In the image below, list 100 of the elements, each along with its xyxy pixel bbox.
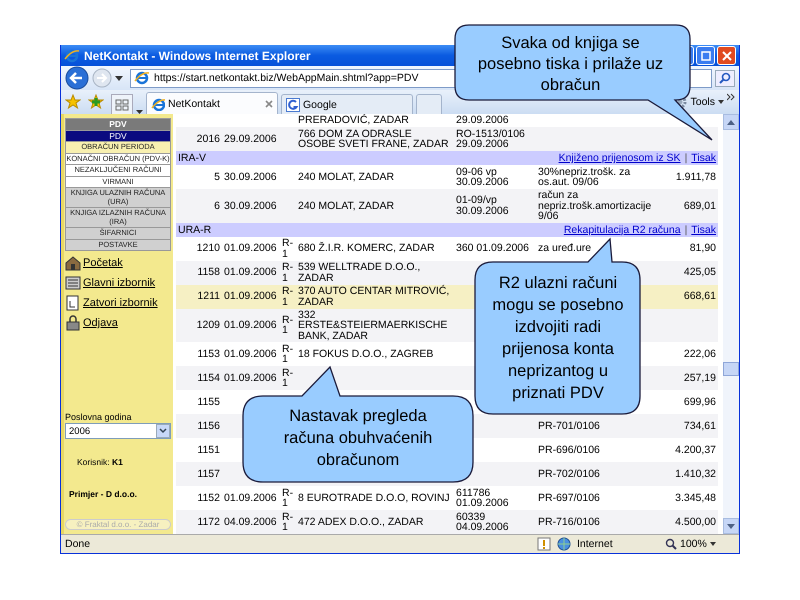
maximize-icon (700, 50, 710, 60)
browser-tab[interactable]: Google (281, 94, 413, 114)
link-separator: | (684, 224, 688, 236)
table-cell: R-1 (282, 284, 296, 308)
dropdown-caret-icon (718, 100, 724, 104)
table-cell: PRERADOVIĆ, ZADAR (296, 114, 454, 127)
close-icon (722, 50, 732, 60)
sidebar-link[interactable]: Zatvori izbornik (83, 297, 158, 309)
table-cell: 1.911,78 (654, 165, 718, 189)
table-cell: 4.500,00 (654, 510, 718, 534)
dropdown-caret-icon[interactable] (115, 76, 123, 80)
table-cell: 01.09.2006 (222, 260, 282, 284)
table-cell: R-1 (282, 510, 296, 534)
table-cell: 689,01 (654, 189, 718, 222)
table-cell: 01.09.2006 (222, 236, 282, 260)
year-label: Poslovna godina (65, 412, 133, 422)
table-cell: 60339 04.09.2006 (454, 510, 536, 534)
search-button[interactable] (715, 70, 735, 86)
table-cell: 29.09.2006 (454, 114, 536, 127)
menu-item[interactable]: PDV (66, 130, 170, 141)
close-button[interactable] (717, 46, 736, 65)
sidebar-link[interactable]: Odjava (83, 317, 118, 329)
table-cell: 29.09.2006 (222, 127, 282, 151)
letter-g-icon (286, 98, 300, 112)
zoom-control[interactable]: 100% (665, 538, 735, 550)
table-cell: 1157 (176, 462, 222, 486)
magnifier-icon (665, 538, 677, 550)
url-text: https://start.netkontakt.biz/WebAppMain.shtml?app=PDV (154, 72, 418, 84)
close-icon[interactable] (265, 100, 273, 108)
table-cell: račun za nepriz.trošk.amortizacije 9/06 (536, 189, 654, 222)
maximize-button[interactable] (696, 46, 715, 65)
table-cell: PR-716/0106 (536, 510, 654, 534)
link-separator: | (684, 152, 688, 164)
company-name: Primjer - D d.o.o. (69, 489, 138, 499)
table-cell: 81,90 (654, 236, 718, 260)
list-icon[interactable] (65, 275, 81, 291)
table-cell: 1158 (176, 260, 222, 284)
sidebar-link[interactable]: Glavni izbornik (83, 277, 156, 289)
scroll-thumb[interactable] (723, 362, 739, 376)
table-cell: R-1 (282, 308, 296, 342)
table-cell: 425,05 (654, 260, 718, 284)
year-select[interactable]: 2006 (65, 423, 171, 439)
chevron-icon[interactable] (727, 93, 735, 101)
table-cell: 472 ADEX D.O.O., ZADAR (296, 510, 454, 534)
up-arrow-icon (727, 120, 735, 124)
table-cell: 01.09.2006 (222, 284, 282, 308)
user-label: Korisnik: K1 (77, 457, 124, 467)
table-cell: 6 (176, 189, 222, 222)
globe-icon[interactable] (557, 537, 571, 551)
table-cell: 1211 (176, 284, 222, 308)
table-cell: 611786 01.09.2006 (454, 486, 536, 510)
add-star-icon[interactable] (88, 94, 104, 110)
table-cell: 1155 (176, 390, 222, 414)
table-cell: 1156 (176, 414, 222, 438)
table-link[interactable]: Knjiženo prijenosom iz SK (558, 152, 681, 164)
table-cell: PR-696/0106 (536, 438, 654, 462)
padlock-icon[interactable] (65, 315, 81, 331)
vertical-scrollbar[interactable] (723, 114, 739, 534)
search-icon (719, 72, 731, 84)
house-icon[interactable] (65, 255, 81, 271)
document-icon[interactable] (65, 295, 81, 311)
table-cell: 1210 (176, 236, 222, 260)
grid-icon (115, 98, 129, 110)
star-icon[interactable] (65, 94, 81, 110)
table-link[interactable]: Tisak (691, 152, 716, 164)
table-cell: 1151 (176, 438, 222, 462)
back-button[interactable] (65, 66, 89, 90)
table-cell: 668,61 (654, 284, 718, 308)
table-cell: 360 01.09.2006 (454, 236, 536, 260)
table-cell: PR-701/0106 (536, 414, 654, 438)
table-cell: 370 AUTO CENTAR MITROVIĆ, ZADAR (296, 284, 454, 308)
table-cell: 539 WELLTRADE D.O.O., ZADAR (296, 260, 454, 284)
quick-tabs-button[interactable] (111, 94, 133, 114)
table-cell: 222,06 (654, 342, 718, 366)
sidebar-link[interactable]: Početak (83, 257, 123, 269)
browser-tab[interactable]: NetKontakt (146, 92, 278, 114)
warning-page-icon[interactable] (537, 537, 551, 551)
table-cell: R-1 (282, 342, 296, 366)
table-cell: 01.09.2006 (222, 366, 282, 390)
scroll-down-button[interactable] (723, 518, 739, 534)
page-icon (151, 96, 165, 110)
table-cell: 09-06 vp 30.09.2006 (454, 165, 536, 189)
table-link[interactable]: Rekapitulacija R2 računa (564, 224, 681, 236)
down-arrow-icon (727, 524, 735, 528)
table-cell: 01-09/vp 30.09.2006 (454, 189, 536, 222)
table-cell: 01.09.2006 (222, 342, 282, 366)
table-cell: 01.09.2006 (222, 308, 282, 342)
table-cell: R-1 (282, 366, 296, 390)
table-cell: 332 ERSTE&STEIERMAERKISCHE BANK, ZADAR (296, 308, 454, 342)
table-cell: 734,61 (654, 414, 718, 438)
table-link[interactable]: Tisak (691, 224, 716, 236)
table-cell: 04.09.2006 (222, 510, 282, 534)
scroll-up-button[interactable] (723, 114, 739, 130)
page-icon (134, 70, 150, 86)
table-cell: 3.345,48 (654, 486, 718, 510)
dropdown-caret-icon (710, 542, 716, 546)
table-cell: 8 EUROTRADE D.O.O, ROVINJ (296, 486, 454, 510)
section-title: IRA-V (178, 152, 206, 164)
copyright-text: © Fraktal d.o.o. - Zadar (65, 519, 171, 530)
table-cell: R-1 (282, 236, 296, 260)
